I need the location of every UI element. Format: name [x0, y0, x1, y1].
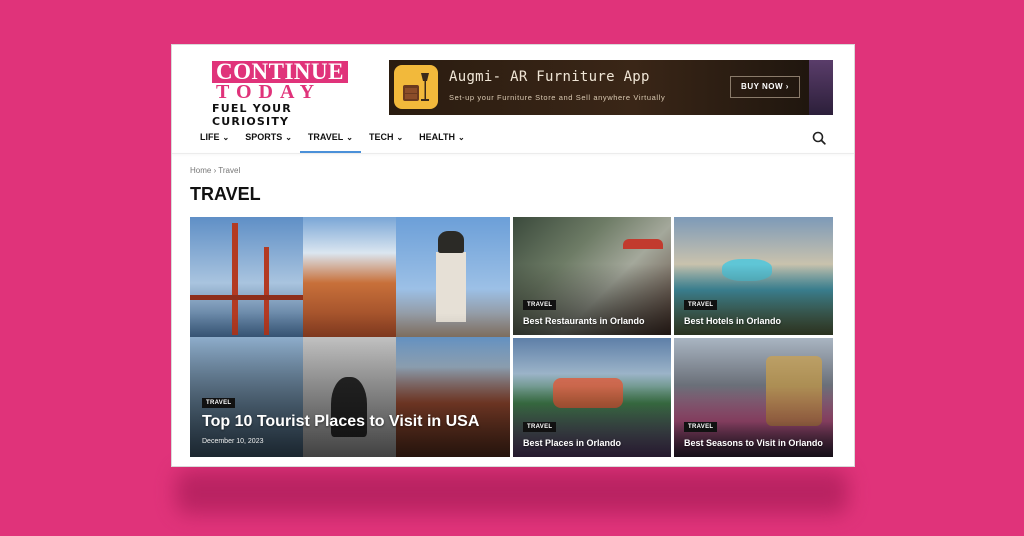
nav-item-label: TRAVEL [307, 132, 344, 142]
category-tag[interactable]: TRAVEL [523, 422, 557, 432]
logo-tagline: FUEL YOUR CURIOSITY [212, 102, 292, 128]
nav-item-tech[interactable]: TECH ⌄ [361, 127, 411, 153]
chevron-down-icon: ⌄ [285, 133, 292, 142]
page-title: TRAVEL [190, 184, 261, 204]
featured-post[interactable]: TRAVEL Top 10 Tourist Places to Visit in… [190, 217, 510, 457]
ad-decoration [809, 60, 833, 115]
search-icon[interactable] [812, 131, 826, 145]
post-card[interactable]: TRAVEL Best Seasons to Visit in Orlando [674, 338, 833, 457]
nav-item-label: HEALTH [419, 132, 456, 142]
website-screenshot: CONTINUE TODAY FUEL YOUR CURIOSITY Augmi… [171, 44, 855, 467]
featured-gradient [190, 313, 510, 457]
chevron-down-icon: ⌄ [396, 133, 404, 142]
post-title[interactable]: Best Restaurants in Orlando [523, 316, 645, 326]
chevron-down-icon: ⌄ [458, 133, 465, 142]
buy-now-button[interactable]: BUY NOW › [730, 76, 800, 98]
breadcrumb[interactable]: Home › Travel [190, 166, 240, 175]
logo-line2: TODAY [216, 81, 322, 103]
chevron-down-icon: ⌄ [222, 133, 230, 142]
ad-banner[interactable]: Augmi- AR Furniture App Set-up your Furn… [389, 60, 833, 115]
post-title[interactable]: Best Places in Orlando [523, 438, 621, 448]
main-nav: LIFE ⌄ SPORTS ⌄ TRAVEL ⌄ TECH ⌄ HEALTH ⌄ [192, 127, 473, 153]
site-logo[interactable]: CONTINUE TODAY FUEL YOUR CURIOSITY [212, 60, 362, 128]
ad-title: Augmi- AR Furniture App [449, 69, 650, 85]
nav-item-sports[interactable]: SPORTS ⌄ [237, 127, 300, 153]
category-tag[interactable]: TRAVEL [684, 300, 718, 310]
umbrella-shape [623, 239, 663, 249]
category-tag[interactable]: TRAVEL [523, 300, 557, 310]
category-tag[interactable]: TRAVEL [684, 422, 718, 432]
frame-shadow [176, 470, 848, 514]
nav-item-label: LIFE [200, 132, 220, 142]
post-card[interactable]: TRAVEL Best Places in Orlando [513, 338, 671, 457]
nav-item-health[interactable]: HEALTH ⌄ [411, 127, 473, 153]
nav-item-label: TECH [368, 132, 394, 142]
post-card[interactable]: TRAVEL Best Restaurants in Orlando [513, 217, 671, 335]
nav-item-travel[interactable]: TRAVEL ⌄ [299, 127, 362, 153]
nav-item-label: SPORTS [245, 132, 283, 142]
nav-item-life[interactable]: LIFE ⌄ [192, 127, 237, 153]
category-tag[interactable]: TRAVEL [202, 398, 236, 408]
post-title[interactable]: Best Hotels in Orlando [684, 316, 781, 326]
logo-line1: CONTINUE [212, 60, 348, 83]
post-card[interactable]: TRAVEL Best Hotels in Orlando [674, 217, 833, 335]
chevron-down-icon: ⌄ [346, 133, 353, 142]
ad-subtitle: Set-up your Furniture Store and Sell any… [449, 93, 666, 102]
featured-title[interactable]: Top 10 Tourist Places to Visit in USA [202, 413, 479, 431]
post-title[interactable]: Best Seasons to Visit in Orlando [684, 438, 823, 448]
featured-date: December 10, 2023 [202, 438, 264, 445]
nav-divider [172, 153, 854, 154]
furniture-icon [394, 65, 438, 109]
